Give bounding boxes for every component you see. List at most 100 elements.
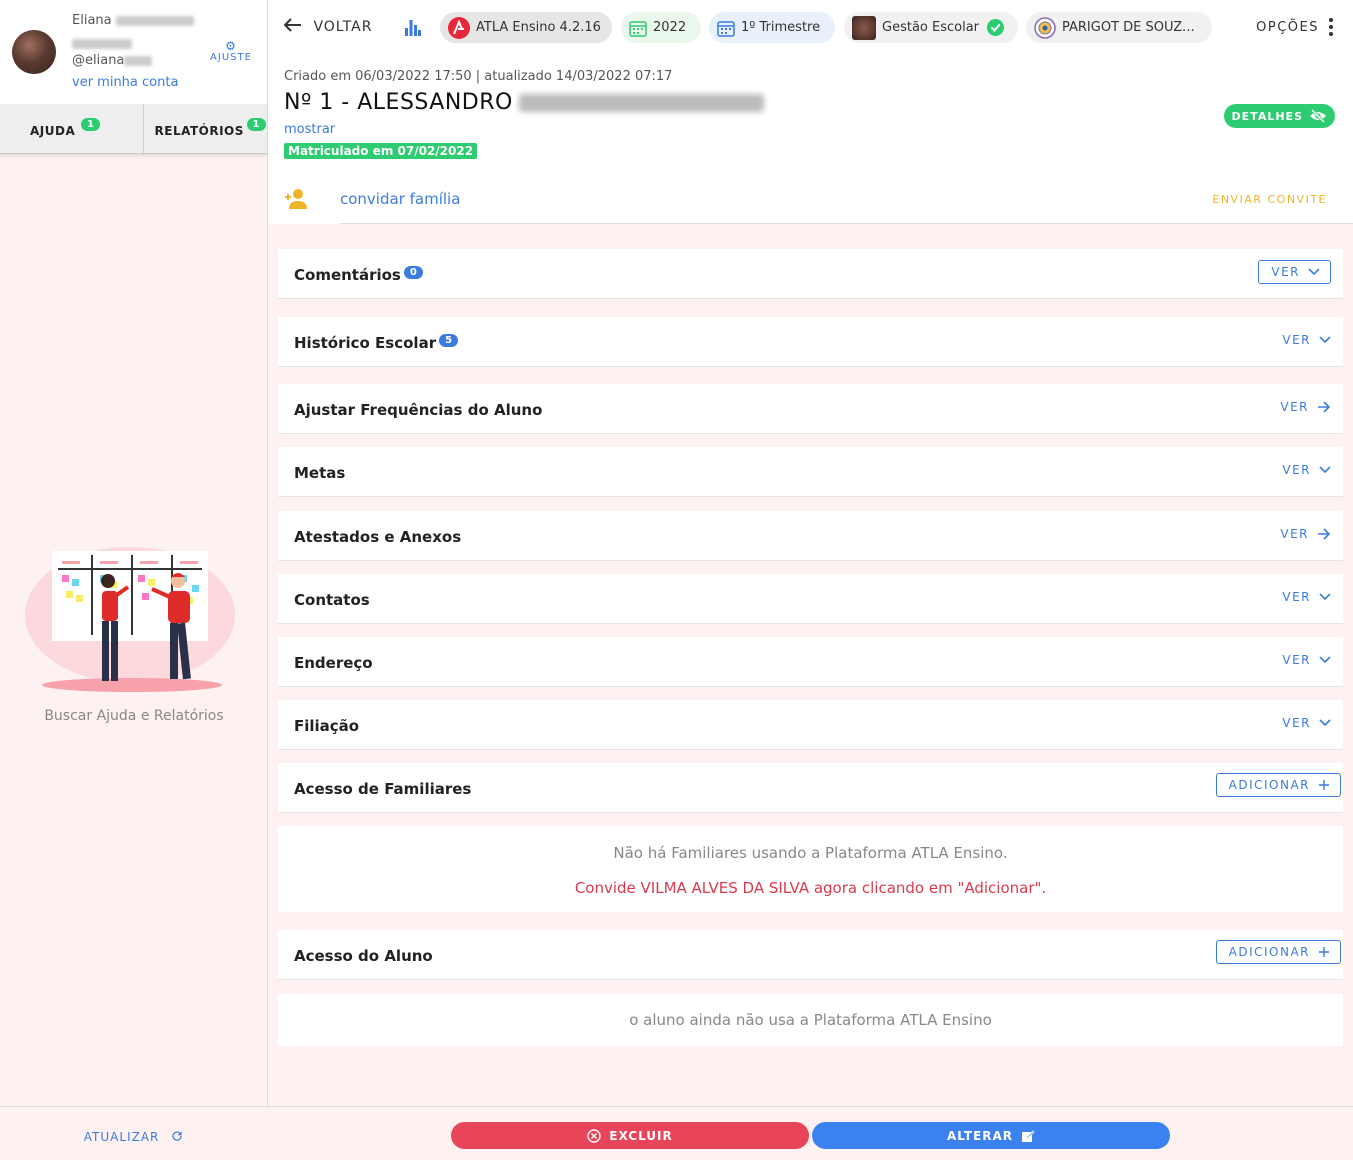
add-label: ADICIONAR <box>1228 945 1310 959</box>
section-contacts[interactable]: Contatos VER <box>278 574 1343 624</box>
section-family-access: Acesso de Familiares ADICIONAR <box>278 763 1343 813</box>
plus-icon <box>1319 947 1329 957</box>
tab-reports-badge: 1 <box>246 118 266 131</box>
empty-message: o aluno ainda não usa a Plataforma ATLA … <box>629 1011 992 1029</box>
calendar-icon <box>717 19 735 37</box>
close-circle-icon <box>587 1128 601 1143</box>
view-label: VER <box>1282 653 1311 667</box>
view-label: VER <box>1282 333 1311 347</box>
chevron-down-icon <box>1308 268 1320 276</box>
view-label: VER <box>1271 265 1300 279</box>
section-title: Metas <box>294 464 346 482</box>
section-title: Endereço <box>294 654 373 672</box>
options-button[interactable]: OPÇÕES <box>1256 20 1319 35</box>
section-title: Ajustar Frequências do Aluno <box>294 401 543 419</box>
account-link[interactable]: ver minha conta <box>72 75 178 90</box>
school-chip[interactable]: PARIGOT DE SOUZ... <box>1026 12 1212 43</box>
sidebar: Eliana @eliana ver minha conta ⚙ AJUSTE … <box>0 0 268 1160</box>
bar-chart-icon[interactable] <box>405 18 421 36</box>
section-comments[interactable]: Comentários 0 VER <box>278 249 1343 299</box>
school-label: PARIGOT DE SOUZ... <box>1062 20 1195 35</box>
view-parents-button[interactable]: VER <box>1282 716 1331 730</box>
view-comments-button[interactable]: VER <box>1258 260 1331 284</box>
app-version-chip[interactable]: ATLA Ensino 4.2.16 <box>440 12 612 43</box>
delete-button[interactable]: EXCLUIR <box>451 1122 809 1149</box>
avatar[interactable] <box>12 30 56 74</box>
show-link[interactable]: mostrar <box>284 122 335 137</box>
view-goals-button[interactable]: VER <box>1282 463 1331 477</box>
add-family-button[interactable]: ADICIONAR <box>1215 773 1341 797</box>
tab-help-label: AJUDA <box>30 124 76 138</box>
tab-help[interactable]: AJUDA 1 <box>0 104 143 153</box>
section-address[interactable]: Endereço VER <box>278 637 1343 687</box>
app-version-label: ATLA Ensino 4.2.16 <box>476 20 601 35</box>
view-label: VER <box>1280 527 1309 541</box>
section-title: Acesso de Familiares <box>294 780 472 798</box>
year-chip[interactable]: 2022 <box>621 12 701 43</box>
atla-logo-icon <box>448 16 470 39</box>
invite-family-row: convidar família ENVIAR CONVITE <box>268 176 1353 224</box>
gear-icon: ⚙ <box>225 39 237 53</box>
tab-reports[interactable]: RELATÓRIOS 1 <box>142 104 268 153</box>
redacted-surname <box>115 15 194 26</box>
chevron-down-icon <box>1319 466 1331 474</box>
edit-label: ALTERAR <box>946 1128 1014 1143</box>
section-title: Histórico Escolar 5 <box>294 334 459 352</box>
top-bar: VOLTAR ATLA Ensino 4.2.16 2022 1º Trimes… <box>268 0 1353 56</box>
profile-subline <box>72 36 132 50</box>
view-address-button[interactable]: VER <box>1282 653 1331 667</box>
view-contacts-button[interactable]: VER <box>1282 590 1331 604</box>
count-badge: 0 <box>403 266 423 279</box>
action-footer: EXCLUIR ALTERAR <box>268 1106 1353 1160</box>
edit-button[interactable]: ALTERAR <box>812 1122 1170 1149</box>
family-access-empty: Não há Familiares usando a Plataforma AT… <box>278 826 1343 912</box>
view-label: VER <box>1280 400 1309 414</box>
view-attachments-button[interactable]: VER <box>1280 527 1331 541</box>
period-chip[interactable]: 1º Trimestre <box>709 12 835 43</box>
arrow-left-icon <box>283 18 301 32</box>
tab-help-badge: 1 <box>81 118 101 131</box>
refresh-button[interactable]: ATUALIZAR <box>84 1130 184 1144</box>
section-title: Filiação <box>294 717 360 735</box>
redacted-surname <box>518 94 764 112</box>
section-parents[interactable]: Filiação VER <box>278 700 1343 750</box>
section-title-text: Histórico Escolar <box>294 334 437 352</box>
view-attendance-button[interactable]: VER <box>1280 400 1331 414</box>
section-attachments[interactable]: Atestados e Anexos VER <box>278 511 1343 561</box>
view-history-button[interactable]: VER <box>1282 333 1331 347</box>
section-title: Comentários 0 <box>294 266 423 284</box>
settings-label: AJUSTE <box>210 52 252 63</box>
school-seal-icon <box>1034 16 1056 39</box>
back-label: VOLTAR <box>313 19 373 35</box>
section-student-access: Acesso do Aluno ADICIONAR <box>278 930 1343 980</box>
invite-family-link[interactable]: convidar família <box>340 190 460 208</box>
add-student-access-button[interactable]: ADICIONAR <box>1215 940 1341 964</box>
record-meta: Criado em 06/03/2022 17:50 | atualizado … <box>284 69 673 84</box>
sidebar-footer: ATUALIZAR <box>0 1106 268 1160</box>
redacted-handle <box>124 55 153 66</box>
details-label: DETALHES <box>1231 109 1303 123</box>
add-label: ADICIONAR <box>1228 778 1310 792</box>
section-title-text: Comentários <box>294 266 401 284</box>
details-button[interactable]: DETALHES <box>1223 104 1335 128</box>
enrollment-badge: Matriculado em 07/02/2022 <box>284 143 478 159</box>
section-school-history[interactable]: Histórico Escolar 5 VER <box>278 317 1343 367</box>
empty-message: Não há Familiares usando a Plataforma AT… <box>613 844 1008 862</box>
help-illustration <box>25 547 235 692</box>
redacted-text <box>72 38 132 49</box>
period-label: 1º Trimestre <box>741 20 821 35</box>
settings-button[interactable]: ⚙ AJUSTE <box>205 40 257 63</box>
add-user-icon <box>285 189 307 209</box>
section-attendance[interactable]: Ajustar Frequências do Aluno VER <box>278 384 1343 434</box>
kebab-menu-icon[interactable] <box>1329 18 1333 39</box>
section-goals[interactable]: Metas VER <box>278 447 1343 497</box>
check-circle-icon <box>987 19 1005 36</box>
back-button[interactable]: VOLTAR <box>283 18 373 35</box>
view-label: VER <box>1282 463 1311 477</box>
year-label: 2022 <box>653 20 687 35</box>
send-invite-button[interactable]: ENVIAR CONVITE <box>1212 193 1327 206</box>
view-label: VER <box>1282 716 1311 730</box>
arrow-right-icon <box>1318 401 1331 413</box>
student-access-empty: o aluno ainda não usa a Plataforma ATLA … <box>278 994 1343 1046</box>
module-chip[interactable]: Gestão Escolar <box>844 12 1018 43</box>
